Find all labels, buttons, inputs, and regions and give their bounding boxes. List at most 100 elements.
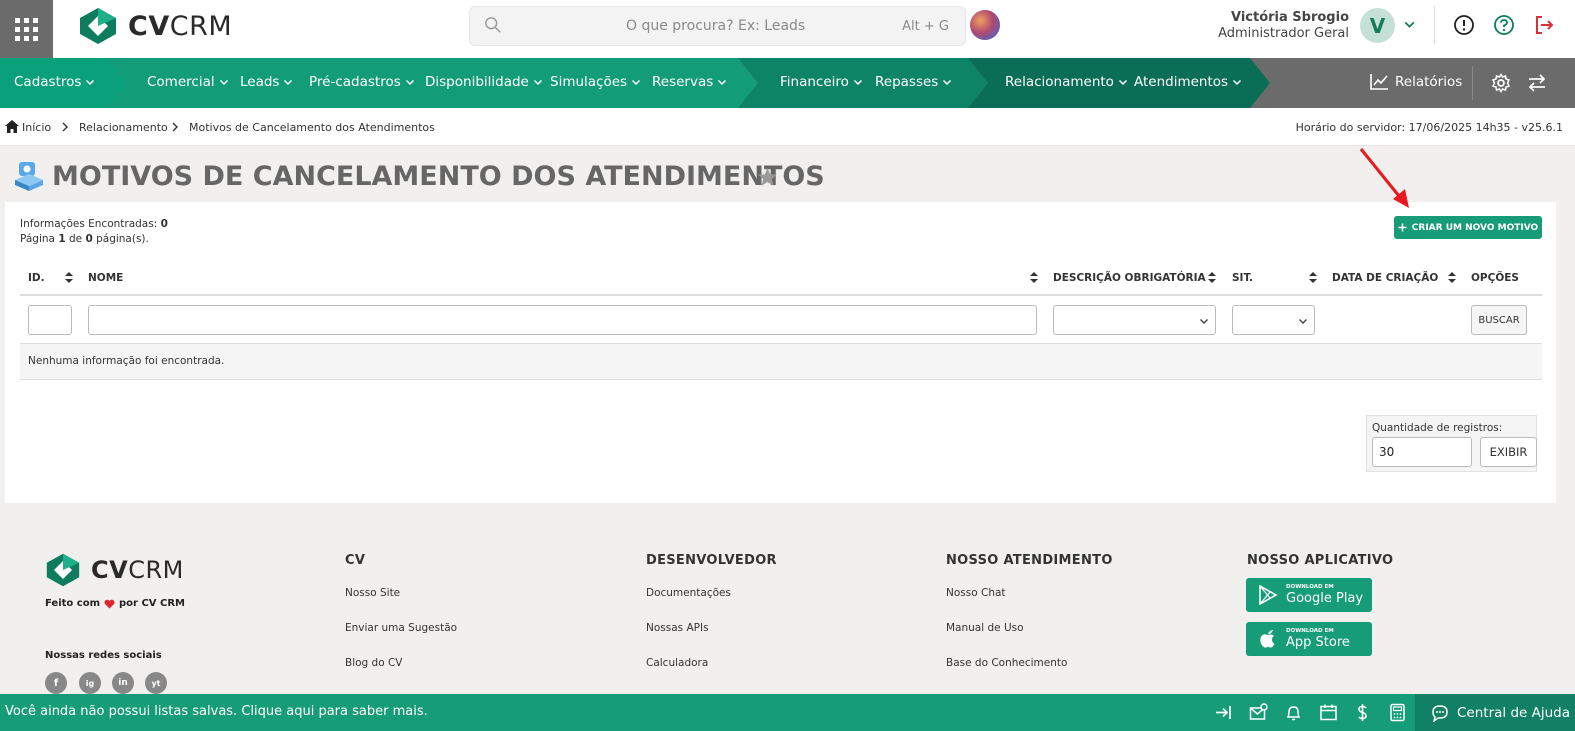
google-play-icon: [1259, 585, 1278, 605]
main-navigation: Cadastros Comercial Leads Pré-cadastros …: [0, 58, 1575, 108]
footer-link[interactable]: Nosso Chat: [946, 587, 1006, 599]
made-with-love: Feito com por CV CRM: [45, 598, 185, 609]
user-avatar[interactable]: V: [1360, 8, 1395, 43]
nav-financeiro[interactable]: Financeiro: [780, 74, 863, 90]
cvcrm-logo[interactable]: CVCRM: [78, 6, 232, 46]
filter-sit-select[interactable]: [1232, 305, 1315, 335]
cvcrm-logo-mark-icon: [46, 553, 80, 587]
footer-link[interactable]: Nossas APIs: [646, 622, 709, 634]
divider: [1472, 66, 1473, 100]
column-header-data-criacao[interactable]: DATA DE CRIAÇÃO: [1332, 272, 1438, 284]
ai-assistant-orb-icon[interactable]: [970, 10, 1000, 40]
nav-repasses[interactable]: Repasses: [875, 74, 952, 90]
nav-reservas[interactable]: Reservas: [652, 74, 727, 90]
column-header-sit[interactable]: SIT.: [1232, 272, 1253, 284]
youtube-icon[interactable]: yt: [145, 672, 167, 694]
footer-link[interactable]: Enviar uma Sugestão: [345, 622, 457, 634]
empty-message: Nenhuma informação foi encontrada.: [28, 355, 225, 367]
nav-disponibilidade[interactable]: Disponibilidade: [425, 74, 543, 90]
chevron-down-icon[interactable]: [1403, 18, 1416, 31]
records-per-page-input[interactable]: 30: [1372, 437, 1472, 467]
google-play-button[interactable]: DOWNLOAD EM Google Play: [1246, 578, 1372, 612]
swap-arrows-icon[interactable]: [1527, 73, 1547, 93]
annotation-arrow-icon: [1359, 148, 1409, 208]
footer-col-support-title: NOSSO ATENDIMENTO: [946, 553, 1113, 568]
collapse-arrow-icon[interactable]: [1214, 703, 1233, 722]
nav-relatorios[interactable]: Relatórios: [1370, 73, 1462, 90]
nav-atendimentos[interactable]: Atendimentos: [1134, 74, 1242, 90]
breadcrumb-relacionamento[interactable]: Relacionamento: [79, 121, 168, 134]
linkedin-icon[interactable]: in: [112, 672, 134, 694]
calculator-icon[interactable]: [1388, 703, 1407, 722]
sort-icon[interactable]: [1309, 272, 1317, 283]
search-shortcut: Alt + G: [902, 19, 949, 34]
footer-link[interactable]: Base do Conhecimento: [946, 657, 1067, 669]
footer-link[interactable]: Nosso Site: [345, 587, 400, 599]
breadcrumb-inicio[interactable]: Início: [22, 121, 51, 134]
search-button[interactable]: BUSCAR: [1471, 305, 1527, 335]
filter-row: BUSCAR: [20, 296, 1542, 344]
chevron-down-icon: [533, 79, 542, 86]
chevron-down-icon: [632, 79, 641, 86]
gear-icon[interactable]: [1491, 73, 1511, 93]
chevron-down-icon: [853, 79, 862, 86]
footer-link[interactable]: Calculadora: [646, 657, 708, 669]
instagram-icon[interactable]: ig: [79, 672, 101, 694]
global-search[interactable]: O que procura? Ex: Leads Alt + G: [469, 6, 966, 46]
breadcrumb-current: Motivos de Cancelamento dos Atendimentos: [189, 121, 435, 134]
top-bar: CVCRM O que procura? Ex: Leads Alt + G V…: [0, 0, 1575, 58]
help-center-button[interactable]: Central de Ajuda: [1415, 694, 1575, 731]
filter-descricao-select[interactable]: [1053, 305, 1216, 335]
content-panel: Informações Encontradas: 0 Página 1 de 0…: [5, 202, 1556, 503]
nav-pre-cadastros[interactable]: Pré-cadastros: [309, 74, 415, 90]
sort-icon[interactable]: [1030, 272, 1038, 283]
nav-relacionamento[interactable]: Relacionamento: [1005, 74, 1128, 90]
bottom-bar: Você ainda não possui listas salvas. Cli…: [0, 694, 1575, 731]
divider: [1434, 6, 1435, 44]
filter-id-input[interactable]: [28, 305, 72, 335]
sort-icon[interactable]: [1208, 272, 1216, 283]
footer-link[interactable]: Manual de Uso: [946, 622, 1024, 634]
apps-menu-button[interactable]: [0, 0, 53, 58]
nav-simulacoes[interactable]: Simulações: [550, 74, 641, 90]
footer-col-dev-title: DESENVOLVEDOR: [646, 553, 777, 568]
show-button[interactable]: EXIBIR: [1480, 437, 1537, 467]
help-icon[interactable]: [1493, 14, 1515, 36]
sort-icon[interactable]: [1448, 272, 1456, 283]
info-icon[interactable]: [1453, 14, 1475, 36]
dollar-icon[interactable]: [1353, 703, 1372, 722]
chevron-down-icon: [86, 79, 95, 86]
app-store-button[interactable]: DOWNLOAD EM App Store: [1246, 622, 1372, 656]
filter-nome-input[interactable]: [88, 305, 1037, 335]
nav-leads[interactable]: Leads: [240, 74, 293, 90]
column-header-nome[interactable]: NOME: [88, 272, 123, 284]
sort-icon[interactable]: [65, 272, 73, 283]
saved-lists-message[interactable]: Você ainda não possui listas salvas. Cli…: [5, 704, 428, 719]
page-indicator: Página 1 de 0 página(s).: [20, 233, 149, 245]
records-per-page: Quantidade de registros: 30 EXIBIR: [1366, 415, 1537, 472]
chevron-down-icon: [1118, 79, 1127, 86]
facebook-icon[interactable]: f: [45, 672, 67, 694]
calendar-icon[interactable]: [1319, 703, 1338, 722]
logo-text: CVCRM: [128, 10, 233, 42]
mail-notification-icon[interactable]: [1249, 703, 1268, 722]
home-icon[interactable]: [5, 120, 19, 133]
column-header-id[interactable]: ID.: [28, 272, 45, 284]
create-new-reason-button[interactable]: CRIAR UM NOVO MOTIVO: [1394, 216, 1542, 239]
server-time: Horário do servidor: 17/06/2025 14h35 - …: [1295, 121, 1563, 134]
bell-icon[interactable]: [1284, 703, 1303, 722]
nav-cadastros[interactable]: Cadastros: [14, 74, 95, 90]
star-icon[interactable]: [757, 167, 778, 188]
footer-link[interactable]: Blog do CV: [345, 657, 403, 669]
support-agent-icon: [15, 162, 43, 191]
column-header-descricao[interactable]: DESCRIÇÃO OBRIGATÓRIA: [1053, 272, 1206, 284]
search-placeholder: O que procura? Ex: Leads: [626, 18, 806, 34]
chat-bubble-icon: [1432, 704, 1448, 722]
nav-comercial[interactable]: Comercial: [147, 74, 229, 90]
footer-link[interactable]: Documentações: [646, 587, 731, 599]
logo-text: CVCRM: [91, 556, 184, 584]
chevron-right-icon: [62, 122, 68, 132]
logout-icon[interactable]: [1533, 14, 1555, 36]
footer-logo[interactable]: CVCRM: [45, 552, 184, 588]
social-title: Nossas redes sociais: [45, 650, 162, 661]
